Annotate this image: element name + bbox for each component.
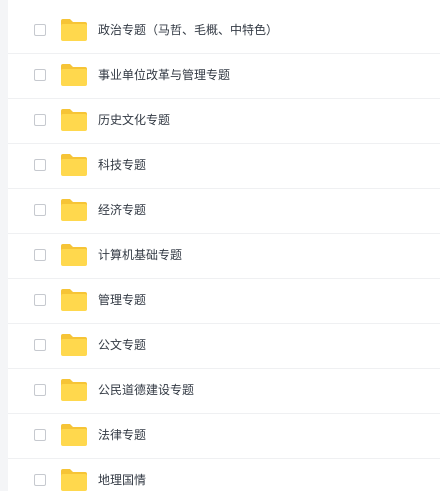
list-item[interactable]: 政治专题（马哲、毛概、中特色） (8, 9, 440, 54)
folder-icon[interactable] (60, 153, 88, 177)
left-gutter (0, 0, 8, 491)
list-item[interactable]: 公民道德建设专题 (8, 369, 440, 414)
folder-name[interactable]: 事业单位改革与管理专题 (98, 67, 230, 83)
list-item[interactable]: 事业单位改革与管理专题 (8, 54, 440, 99)
folder-icon[interactable] (60, 63, 88, 87)
folder-name[interactable]: 科技专题 (98, 157, 146, 173)
folder-name[interactable]: 政治专题（马哲、毛概、中特色） (98, 22, 278, 38)
folder-name[interactable]: 计算机基础专题 (98, 247, 182, 263)
folder-name[interactable]: 公文专题 (98, 337, 146, 353)
folder-icon[interactable] (60, 423, 88, 447)
folder-icon[interactable] (60, 333, 88, 357)
list-item[interactable]: 管理专题 (8, 279, 440, 324)
folder-icon[interactable] (60, 378, 88, 402)
file-browser: 政治专题（马哲、毛概、中特色） 事业单位改革与管理专题 历史文化专题 科技专题 (0, 0, 440, 491)
row-checkbox[interactable] (34, 69, 46, 81)
folder-name[interactable]: 管理专题 (98, 292, 146, 308)
folder-name[interactable]: 地理国情 (98, 472, 146, 488)
folder-icon[interactable] (60, 243, 88, 267)
folder-name[interactable]: 公民道德建设专题 (98, 382, 194, 398)
list-item[interactable]: 公文专题 (8, 324, 440, 369)
list-item[interactable]: 科技专题 (8, 144, 440, 189)
row-checkbox[interactable] (34, 429, 46, 441)
row-checkbox[interactable] (34, 204, 46, 216)
folder-icon[interactable] (60, 468, 88, 491)
file-list: 政治专题（马哲、毛概、中特色） 事业单位改革与管理专题 历史文化专题 科技专题 (8, 9, 440, 491)
list-item[interactable]: 经济专题 (8, 189, 440, 234)
row-checkbox[interactable] (34, 474, 46, 486)
list-item[interactable]: 历史文化专题 (8, 99, 440, 144)
row-checkbox[interactable] (34, 339, 46, 351)
row-checkbox[interactable] (34, 249, 46, 261)
row-checkbox[interactable] (34, 294, 46, 306)
folder-name[interactable]: 历史文化专题 (98, 112, 170, 128)
row-checkbox[interactable] (34, 114, 46, 126)
folder-icon[interactable] (60, 18, 88, 42)
folder-icon[interactable] (60, 288, 88, 312)
row-checkbox[interactable] (34, 24, 46, 36)
row-checkbox[interactable] (34, 384, 46, 396)
list-item[interactable]: 地理国情 (8, 459, 440, 491)
folder-name[interactable]: 法律专题 (98, 427, 146, 443)
folder-icon[interactable] (60, 198, 88, 222)
folder-icon[interactable] (60, 108, 88, 132)
row-checkbox[interactable] (34, 159, 46, 171)
folder-name[interactable]: 经济专题 (98, 202, 146, 218)
list-item[interactable]: 法律专题 (8, 414, 440, 459)
list-item[interactable]: 计算机基础专题 (8, 234, 440, 279)
